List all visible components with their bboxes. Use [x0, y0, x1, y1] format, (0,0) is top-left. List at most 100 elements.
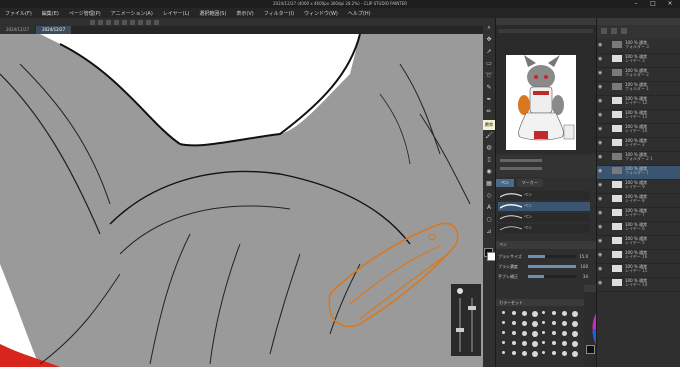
- visibility-eye-icon[interactable]: ◉: [598, 140, 602, 146]
- layer-row[interactable]: ◉ 100 % 通常 レイヤー 5: [597, 236, 680, 250]
- document-tab[interactable]: 2024/12/27: [0, 26, 36, 34]
- color-swatch[interactable]: [572, 341, 578, 347]
- new-layer-icon[interactable]: [601, 28, 607, 34]
- rotate-slider[interactable]: [500, 167, 542, 170]
- ruler-tool-icon[interactable]: ⊿: [485, 228, 493, 236]
- text-tool-icon[interactable]: A: [485, 204, 493, 212]
- color-swatch[interactable]: [522, 331, 527, 336]
- color-swatch[interactable]: [552, 311, 556, 315]
- visibility-eye-icon[interactable]: ◉: [598, 280, 602, 286]
- color-swatch[interactable]: [512, 351, 516, 355]
- color-swatch[interactable]: [512, 311, 516, 315]
- visibility-eye-icon[interactable]: ◉: [598, 70, 602, 76]
- figure-tool-icon[interactable]: ◇: [485, 192, 493, 200]
- size-slider-thumb[interactable]: [456, 328, 464, 332]
- maximize-icon[interactable]: □: [645, 0, 661, 8]
- layer-row[interactable]: ◉ 100 % 通常 レイヤー 3: [597, 54, 680, 68]
- lasso-tool-icon[interactable]: ➰: [485, 72, 493, 80]
- layer-folder-row[interactable]: ◉ 100 % 通常 フォルダー 1: [597, 166, 680, 180]
- color-swatch[interactable]: [562, 351, 567, 356]
- new-folder-icon[interactable]: [611, 28, 617, 34]
- visibility-eye-icon[interactable]: ◉: [598, 42, 602, 48]
- brush-tool-icon[interactable]: 🖌: [485, 132, 493, 140]
- balloon-tool-icon[interactable]: ○: [485, 216, 493, 224]
- visibility-eye-icon[interactable]: ◉: [598, 238, 602, 244]
- zoom-slider[interactable]: [500, 159, 542, 162]
- transform-icon[interactable]: [138, 19, 143, 25]
- property-brush-density[interactable]: ブラシ濃度 100: [498, 263, 590, 270]
- color-swatch[interactable]: [512, 321, 516, 325]
- menu-item[interactable]: ヘルプ(H): [343, 10, 376, 17]
- property-brush-size[interactable]: ブラシサイズ 15.0: [498, 253, 590, 260]
- menu-item[interactable]: ファイル(F): [0, 10, 37, 17]
- color-swatch[interactable]: [562, 331, 567, 336]
- visibility-eye-icon[interactable]: ◉: [598, 182, 602, 188]
- undo-icon[interactable]: [114, 19, 119, 25]
- close-icon[interactable]: ×: [662, 0, 678, 8]
- layer-row[interactable]: ◉ 100 % 通常 レイヤー 16: [597, 250, 680, 264]
- layer-folder-row[interactable]: ◉ 100 % 通常 フォルダー 2: [597, 68, 680, 82]
- property-slider[interactable]: [528, 275, 576, 278]
- new-icon[interactable]: [90, 19, 95, 25]
- layer-row[interactable]: ◉ 100 % 通常 レイヤー 15: [597, 264, 680, 278]
- color-swatch[interactable]: [542, 341, 545, 344]
- brush-item[interactable]: ペン: [498, 191, 590, 200]
- ruler-icon[interactable]: [154, 19, 159, 25]
- layer-row[interactable]: ◉ 100 % 通常 レイヤー 14: [597, 278, 680, 292]
- layer-row[interactable]: ◉ 100 % 通常 レイヤー 6: [597, 222, 680, 236]
- menu-item[interactable]: ウィンドウ(W): [299, 10, 343, 17]
- color-swatch[interactable]: [522, 311, 527, 316]
- layer-row[interactable]: ◉ 100 % 通常 レイヤー 10: [597, 124, 680, 138]
- color-swatch[interactable]: [502, 311, 505, 314]
- size-slider-track[interactable]: [459, 298, 461, 352]
- layer-row[interactable]: ◉ 100 % 通常 レイヤー 11: [597, 110, 680, 124]
- pen-tool-icon[interactable]: ✒: [485, 96, 493, 104]
- subtool-tab-marker[interactable]: マーカー: [516, 179, 543, 187]
- gradient-tool-icon[interactable]: ▦: [485, 180, 493, 188]
- color-swatch[interactable]: [572, 321, 578, 327]
- clear-icon[interactable]: [130, 19, 135, 25]
- color-swatch[interactable]: [502, 321, 505, 324]
- layer-row[interactable]: ◉ 100 % 通常 レイヤー 7: [597, 208, 680, 222]
- visibility-eye-icon[interactable]: ◉: [598, 98, 602, 104]
- brush-item[interactable]: ペン: [498, 213, 590, 222]
- color-swatch[interactable]: [552, 321, 556, 325]
- visibility-eye-icon[interactable]: ◉: [598, 126, 602, 132]
- color-swatch[interactable]: [572, 351, 578, 357]
- opacity-slider-thumb[interactable]: [468, 306, 476, 310]
- color-swatch[interactable]: [562, 341, 567, 346]
- color-swatch[interactable]: [572, 331, 578, 337]
- color-swatch[interactable]: [512, 341, 516, 345]
- pencil-tool-icon[interactable]: ✏: [485, 108, 493, 116]
- visibility-eye-icon[interactable]: ◉: [598, 266, 602, 272]
- layer-row[interactable]: ◉ 100 % 通常 レイヤー 8: [597, 194, 680, 208]
- color-swatch[interactable]: [502, 351, 505, 354]
- selection-tool-icon[interactable]: ▭: [485, 60, 493, 68]
- menu-item[interactable]: レイヤー(L): [158, 10, 195, 17]
- color-swatch[interactable]: [522, 351, 527, 356]
- layer-row[interactable]: ◉ 100 % 通常 レイヤー 12: [597, 96, 680, 110]
- color-swatch[interactable]: [522, 321, 527, 326]
- document-tab-active[interactable]: 2024/12/27: [36, 26, 72, 34]
- color-swatch[interactable]: [542, 321, 545, 324]
- delete-layer-icon[interactable]: [621, 28, 627, 34]
- color-swatch[interactable]: [542, 331, 545, 334]
- color-swatch[interactable]: [532, 331, 538, 337]
- snap-icon[interactable]: [146, 19, 151, 25]
- layer-folder-row[interactable]: ◉ 100 % 通常 フォルダー 3: [597, 40, 680, 54]
- color-swatch[interactable]: [532, 341, 538, 347]
- save-icon[interactable]: [106, 19, 111, 25]
- airbrush-tool-icon[interactable]: ◍: [485, 144, 493, 152]
- main-color-chip[interactable]: [586, 345, 595, 354]
- color-swatch[interactable]: [522, 341, 527, 346]
- color-swatch[interactable]: [502, 341, 505, 344]
- menu-item[interactable]: アニメーション(A): [106, 10, 158, 17]
- color-swatch[interactable]: [552, 331, 556, 335]
- color-swatch[interactable]: [552, 341, 556, 345]
- visibility-eye-icon[interactable]: ◉: [598, 210, 602, 216]
- color-swatch[interactable]: [572, 311, 578, 317]
- subtool-tab-pen[interactable]: ペン: [496, 179, 514, 187]
- redo-icon[interactable]: [122, 19, 127, 25]
- menu-item[interactable]: 選択範囲(S): [194, 10, 231, 17]
- property-stabilization[interactable]: 手ブレ補正 34: [498, 273, 590, 280]
